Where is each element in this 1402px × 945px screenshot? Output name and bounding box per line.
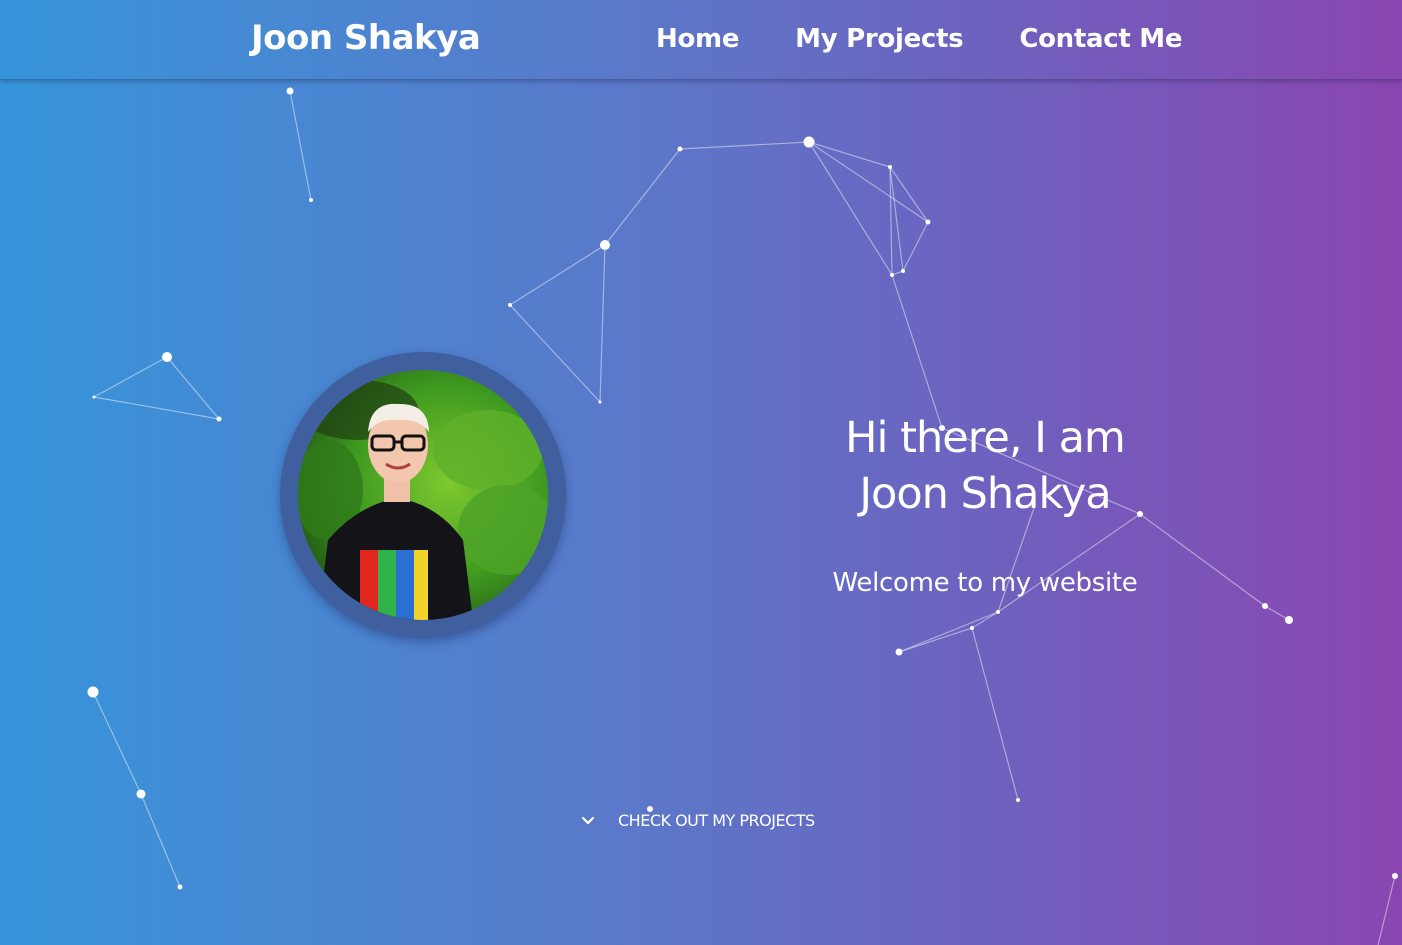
navbar: Joon Shakya Home My Projects Contact Me [0,0,1402,80]
profile-photo [298,370,548,620]
hero-subtitle: Welcome to my website [832,568,1138,598]
nav-link-my-projects[interactable]: My Projects [795,24,963,54]
page: Joon Shakya Home My Projects Contact Me [0,0,1402,945]
brand-logo[interactable]: Joon Shakya [251,18,481,58]
particles-background [87,87,1398,945]
nav-links: Home My Projects Contact Me [656,24,1238,54]
avatar-frame [280,352,566,638]
hero-title: Hi there, I am Joon Shakya [820,410,1150,522]
nav-link-contact-me[interactable]: Contact Me [1019,24,1182,54]
avatar [298,370,548,620]
check-out-projects-label: CHECK OUT MY PROJECTS [618,810,815,830]
hero-title-line1: Hi there, I am [845,413,1126,463]
check-out-projects-link[interactable]: CHECK OUT MY PROJECTS [578,810,815,830]
chevron-down-icon [581,816,595,825]
hero-title-line2: Joon Shakya [859,469,1111,519]
nav-link-home[interactable]: Home [656,24,739,54]
